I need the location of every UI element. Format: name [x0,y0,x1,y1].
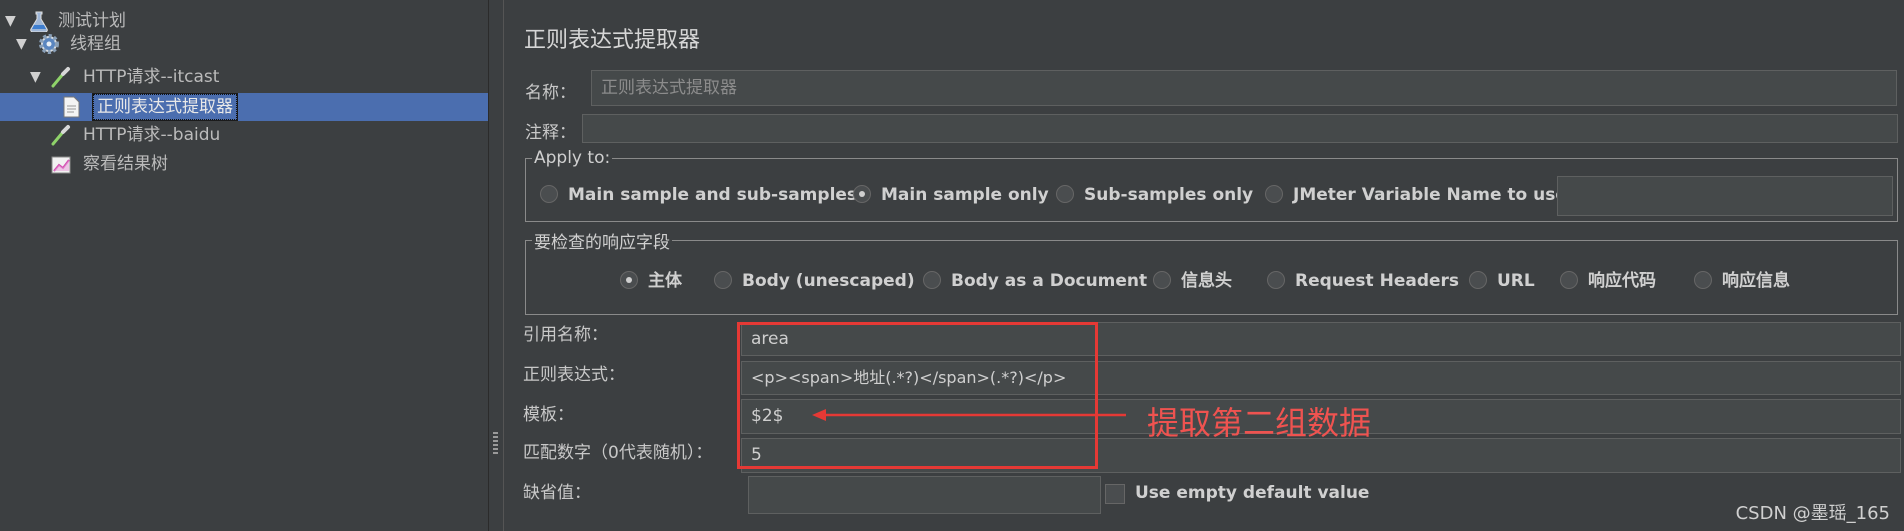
default-value-field[interactable] [748,476,1101,514]
radio-icon[interactable] [923,271,941,289]
expand-arrow-icon[interactable]: ▼ [16,30,27,58]
radio-label: 响应信息 [1722,271,1790,291]
splitter-grip-icon[interactable] [493,430,498,454]
regex-label: 正则表达式： [523,365,625,385]
apply-to-jmeter-variable-radio[interactable]: JMeter Variable Name to use [1265,184,1567,206]
ref-name-label: 引用名称： [523,325,608,345]
tree-item-label: 线程组 [70,34,121,54]
radio-label: Main sample and sub-samples [568,185,858,205]
template-label: 模板： [523,405,574,425]
match-number-label: 匹配数字（0代表随机）： [523,443,713,463]
pipette-icon [51,125,70,146]
jmeter-variable-field[interactable] [1557,176,1893,216]
radio-label: 响应代码 [1588,271,1656,291]
radio-selected-icon[interactable] [853,185,871,203]
tree-item-http-itcast[interactable]: ▼ HTTP请求--itcast [0,63,488,91]
radio-label: Main sample only [881,185,1049,205]
radio-icon[interactable] [540,185,558,203]
tree-item-results-tree[interactable]: 察看结果树 [0,150,488,178]
radio-label: URL [1497,271,1535,291]
field-headers-radio[interactable]: 信息头 [1153,270,1232,292]
watermark: CSDN @墨瑶_165 [1735,503,1890,524]
radio-selected-icon[interactable] [620,271,638,289]
name-field[interactable]: 正则表达式提取器 [591,70,1897,106]
comment-field[interactable] [582,114,1898,143]
tree-item-http-baidu[interactable]: HTTP请求--baidu [0,121,488,149]
chart-icon [51,156,71,174]
radio-label: Body as a Document [951,271,1148,291]
radio-icon[interactable] [1469,271,1487,289]
response-field-legend: 要检查的响应字段 [534,233,670,253]
use-empty-default-label: Use empty default value [1135,483,1370,503]
tree-item-label: 察看结果树 [83,154,168,174]
apply-to-legend: Apply to: [534,148,611,168]
radio-label: 主体 [648,271,682,291]
radio-label: Request Headers [1295,271,1460,291]
field-response-code-radio[interactable]: 响应代码 [1560,270,1656,292]
default-value-label: 缺省值： [523,483,591,503]
tree-item-label: HTTP请求--baidu [83,125,221,145]
expand-arrow-icon[interactable]: ▼ [30,63,41,91]
radio-icon[interactable] [1267,271,1285,289]
annotation-text: 提取第二组数据 [1147,404,1372,442]
regex-extractor-panel: 正则表达式提取器 名称： 正则表达式提取器 注释： Apply to: Main… [503,0,1904,531]
apply-to-sub-only-radio[interactable]: Sub-samples only [1056,184,1253,206]
radio-label: JMeter Variable Name to use [1293,185,1567,205]
field-body-radio[interactable]: 主体 [620,270,682,292]
document-icon [63,96,80,118]
radio-label: Body (unescaped) [742,271,915,291]
tree-item-label: 正则表达式提取器 [92,93,238,121]
field-response-message-radio[interactable]: 响应信息 [1694,270,1790,292]
use-empty-default-checkbox[interactable] [1105,484,1125,504]
radio-icon[interactable] [1153,271,1171,289]
name-label: 名称： [525,83,576,103]
radio-label: 信息头 [1181,271,1232,291]
radio-icon[interactable] [1694,271,1712,289]
radio-icon[interactable] [1056,185,1074,203]
field-url-radio[interactable]: URL [1469,270,1535,292]
annotation-highlight-box [737,322,1098,469]
radio-label: Sub-samples only [1084,185,1254,205]
flask-icon [30,11,48,32]
comment-label: 注释： [525,123,576,143]
pipette-icon [51,67,70,88]
radio-icon[interactable] [1560,271,1578,289]
tree-item-thread-group[interactable]: ▼ 线程组 [0,30,488,58]
radio-icon[interactable] [714,271,732,289]
panel-splitter[interactable] [488,0,504,531]
field-body-unescaped-radio[interactable]: Body (unescaped) [714,270,915,292]
page-title: 正则表达式提取器 [524,28,701,53]
apply-to-main-only-radio[interactable]: Main sample only [853,184,1049,206]
test-plan-tree: ▼ 测试计划 ▼ 线程组 ▼ HTTP请求--itcast 正则表达式提取器 H… [0,0,488,531]
tree-item-label: HTTP请求--itcast [83,67,220,87]
tree-item-regex-extractor[interactable]: 正则表达式提取器 [0,93,488,121]
radio-icon[interactable] [1265,185,1283,203]
gear-icon [39,34,59,54]
field-body-document-radio[interactable]: Body as a Document [923,270,1147,292]
apply-to-main-and-sub-radio[interactable]: Main sample and sub-samples [540,184,857,206]
annotation-arrow-icon [812,409,1126,421]
field-request-headers-radio[interactable]: Request Headers [1267,270,1459,292]
